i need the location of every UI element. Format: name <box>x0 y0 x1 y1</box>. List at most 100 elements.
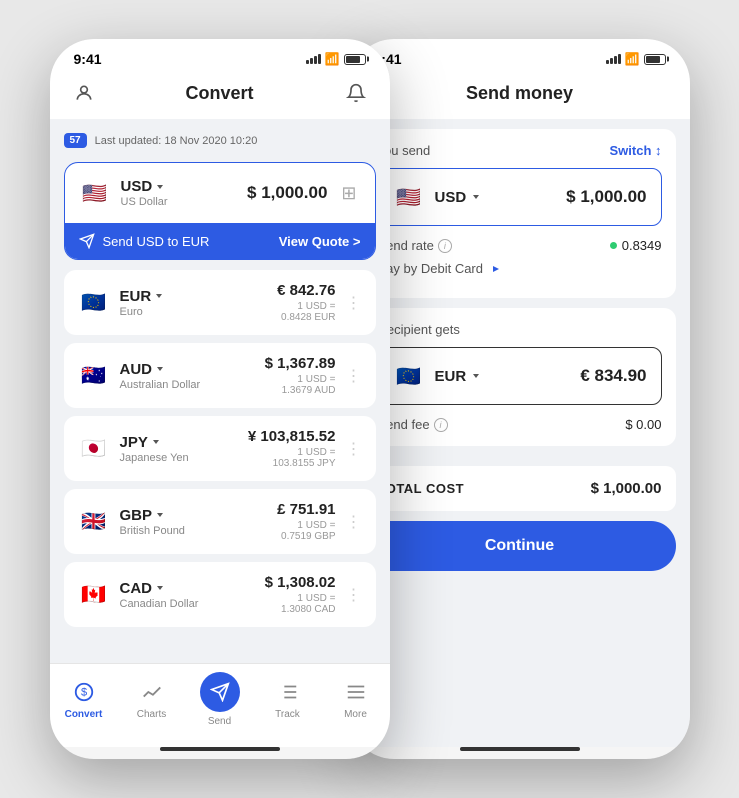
pay-method[interactable]: Pay by Debit Card <box>378 261 502 276</box>
right-phone: 9:41 📶 <box>350 39 690 759</box>
aud-info: AUD Australian Dollar <box>120 361 255 391</box>
signal-icon-right <box>606 54 621 64</box>
green-dot <box>610 242 617 249</box>
track-tab-icon <box>275 679 301 705</box>
left-phone: 9:41 📶 <box>50 39 390 759</box>
usd-flag: 🇺🇸 <box>79 177 111 209</box>
cad-info: CAD Canadian Dollar <box>120 580 255 610</box>
send-currency-select[interactable]: USD <box>435 189 482 206</box>
gbp-more-icon[interactable]: ⋮ <box>346 512 362 532</box>
recipient-amount: € 834.90 <box>580 366 646 386</box>
usd-amount: $ 1,000.00 <box>247 183 327 203</box>
update-badge: 57 <box>64 133 87 148</box>
tab-send[interactable]: Send <box>186 672 254 727</box>
status-bar-left: 9:41 📶 <box>50 39 390 71</box>
status-bar-right: 9:41 📶 <box>350 39 690 71</box>
gbp-card[interactable]: 🇬🇧 GBP British Pound £ 751.91 1 USD = 0.… <box>64 489 376 554</box>
eur-info: EUR Euro <box>120 288 268 318</box>
recipient-section: Recipient gets 🇪🇺 EUR € 834.90 Send fee … <box>364 308 676 446</box>
eur-card[interactable]: 🇪🇺 EUR Euro € 842.76 1 USD = 0.8428 EUR <box>64 270 376 335</box>
battery-icon <box>344 54 366 65</box>
header-title-left: Convert <box>98 83 342 104</box>
gbp-info: GBP British Pound <box>120 507 268 537</box>
aud-amounts: $ 1,367.89 1 USD = 1.3679 AUD <box>265 355 336 396</box>
cad-amount: $ 1,308.02 <box>265 574 336 591</box>
fee-row: Send fee i $ 0.00 <box>378 417 662 432</box>
recipient-currency-input[interactable]: 🇪🇺 EUR € 834.90 <box>378 347 662 405</box>
eur-more-icon[interactable]: ⋮ <box>346 293 362 313</box>
view-quote-btn[interactable]: View Quote > <box>279 234 361 249</box>
rate-info-icon[interactable]: i <box>438 239 452 253</box>
total-value: $ 1,000.00 <box>591 480 662 497</box>
time-left: 9:41 <box>74 51 102 67</box>
cad-name: Canadian Dollar <box>120 598 255 610</box>
send-currency-input[interactable]: 🇺🇸 USD $ 1,000.00 <box>378 168 662 226</box>
send-tab-label: Send <box>208 716 231 727</box>
gbp-rate: 1 USD = 0.7519 GBP <box>277 520 335 542</box>
continue-bar: Continue <box>350 511 690 591</box>
update-bar: 57 Last updated: 18 Nov 2020 10:20 <box>64 129 376 152</box>
signal-icon <box>306 54 321 64</box>
tab-track[interactable]: Track <box>254 679 322 720</box>
eur-name: Euro <box>120 306 268 318</box>
send-flag: 🇺🇸 <box>393 181 425 213</box>
send-amount: $ 1,000.00 <box>566 187 646 207</box>
cad-more-icon[interactable]: ⋮ <box>346 585 362 605</box>
eur-code: EUR <box>120 288 268 305</box>
fee-value: $ 0.00 <box>625 417 661 432</box>
user-icon[interactable] <box>70 79 98 107</box>
cad-rate: 1 USD = 1.3080 CAD <box>265 593 336 615</box>
cad-card[interactable]: 🇨🇦 CAD Canadian Dollar $ 1,308.02 1 USD … <box>64 562 376 627</box>
recipient-flag: 🇪🇺 <box>393 360 425 392</box>
tab-bar-left: $ Convert Charts <box>50 663 390 747</box>
gbp-amounts: £ 751.91 1 USD = 0.7519 GBP <box>277 501 335 542</box>
jpy-amount: ¥ 103,815.52 <box>248 428 336 445</box>
you-send-section: you send Switch ↕ 🇺🇸 USD $ 1,000.00 <box>364 129 676 298</box>
jpy-amounts: ¥ 103,815.52 1 USD = 103.8155 JPY <box>248 428 336 469</box>
tab-more[interactable]: More <box>322 679 390 720</box>
jpy-name: Japanese Yen <box>120 452 238 464</box>
usd-info: USD US Dollar <box>121 178 238 208</box>
convert-tab-label: Convert <box>65 709 103 720</box>
aud-flag: 🇦🇺 <box>78 360 110 392</box>
aud-more-icon[interactable]: ⋮ <box>346 366 362 386</box>
total-cost-bar: TOTAL COST $ 1,000.00 <box>364 466 676 511</box>
send-quote-row[interactable]: Send USD to EUR View Quote > <box>65 223 375 259</box>
tab-charts[interactable]: Charts <box>118 679 186 720</box>
main-currency-card: 🇺🇸 USD US Dollar $ 1,000.00 ⊞ <box>64 162 376 260</box>
eur-flag: 🇪🇺 <box>78 287 110 319</box>
eur-amounts: € 842.76 1 USD = 0.8428 EUR <box>277 282 335 323</box>
pay-method-row[interactable]: Pay by Debit Card <box>378 261 662 276</box>
bell-icon[interactable] <box>342 79 370 107</box>
jpy-info: JPY Japanese Yen <box>120 434 238 464</box>
svg-text:$: $ <box>80 687 86 699</box>
gbp-flag: 🇬🇧 <box>78 506 110 538</box>
wifi-icon: 📶 <box>325 52 340 66</box>
home-indicator-left <box>160 747 280 751</box>
jpy-code: JPY <box>120 434 238 451</box>
continue-button[interactable]: Continue <box>364 521 676 571</box>
jpy-card[interactable]: 🇯🇵 JPY Japanese Yen ¥ 103,815.52 1 USD =… <box>64 416 376 481</box>
battery-icon-right <box>644 54 666 65</box>
aud-amount: $ 1,367.89 <box>265 355 336 372</box>
aud-card[interactable]: 🇦🇺 AUD Australian Dollar $ 1,367.89 1 US… <box>64 343 376 408</box>
right-content: you send Switch ↕ 🇺🇸 USD $ 1,000.00 <box>350 119 690 747</box>
gbp-name: British Pound <box>120 525 268 537</box>
update-text: Last updated: 18 Nov 2020 10:20 <box>95 135 258 147</box>
aud-name: Australian Dollar <box>120 379 255 391</box>
more-tab-icon <box>343 679 369 705</box>
total-label: TOTAL COST <box>378 481 465 496</box>
jpy-more-icon[interactable]: ⋮ <box>346 439 362 459</box>
eur-rate: 1 USD = 0.8428 EUR <box>277 301 335 323</box>
charts-tab-icon <box>139 679 165 705</box>
switch-button[interactable]: Switch ↕ <box>609 143 661 158</box>
placeholder-icon-right <box>642 79 670 107</box>
calculator-icon[interactable]: ⊞ <box>337 179 360 208</box>
recipient-currency-select[interactable]: EUR <box>435 368 482 385</box>
jpy-flag: 🇯🇵 <box>78 433 110 465</box>
tab-convert[interactable]: $ Convert <box>50 679 118 720</box>
usd-code: USD <box>121 178 238 195</box>
status-icons-left: 📶 <box>306 52 366 66</box>
you-send-header-row: you send Switch ↕ <box>378 143 662 158</box>
fee-info-icon[interactable]: i <box>434 418 448 432</box>
